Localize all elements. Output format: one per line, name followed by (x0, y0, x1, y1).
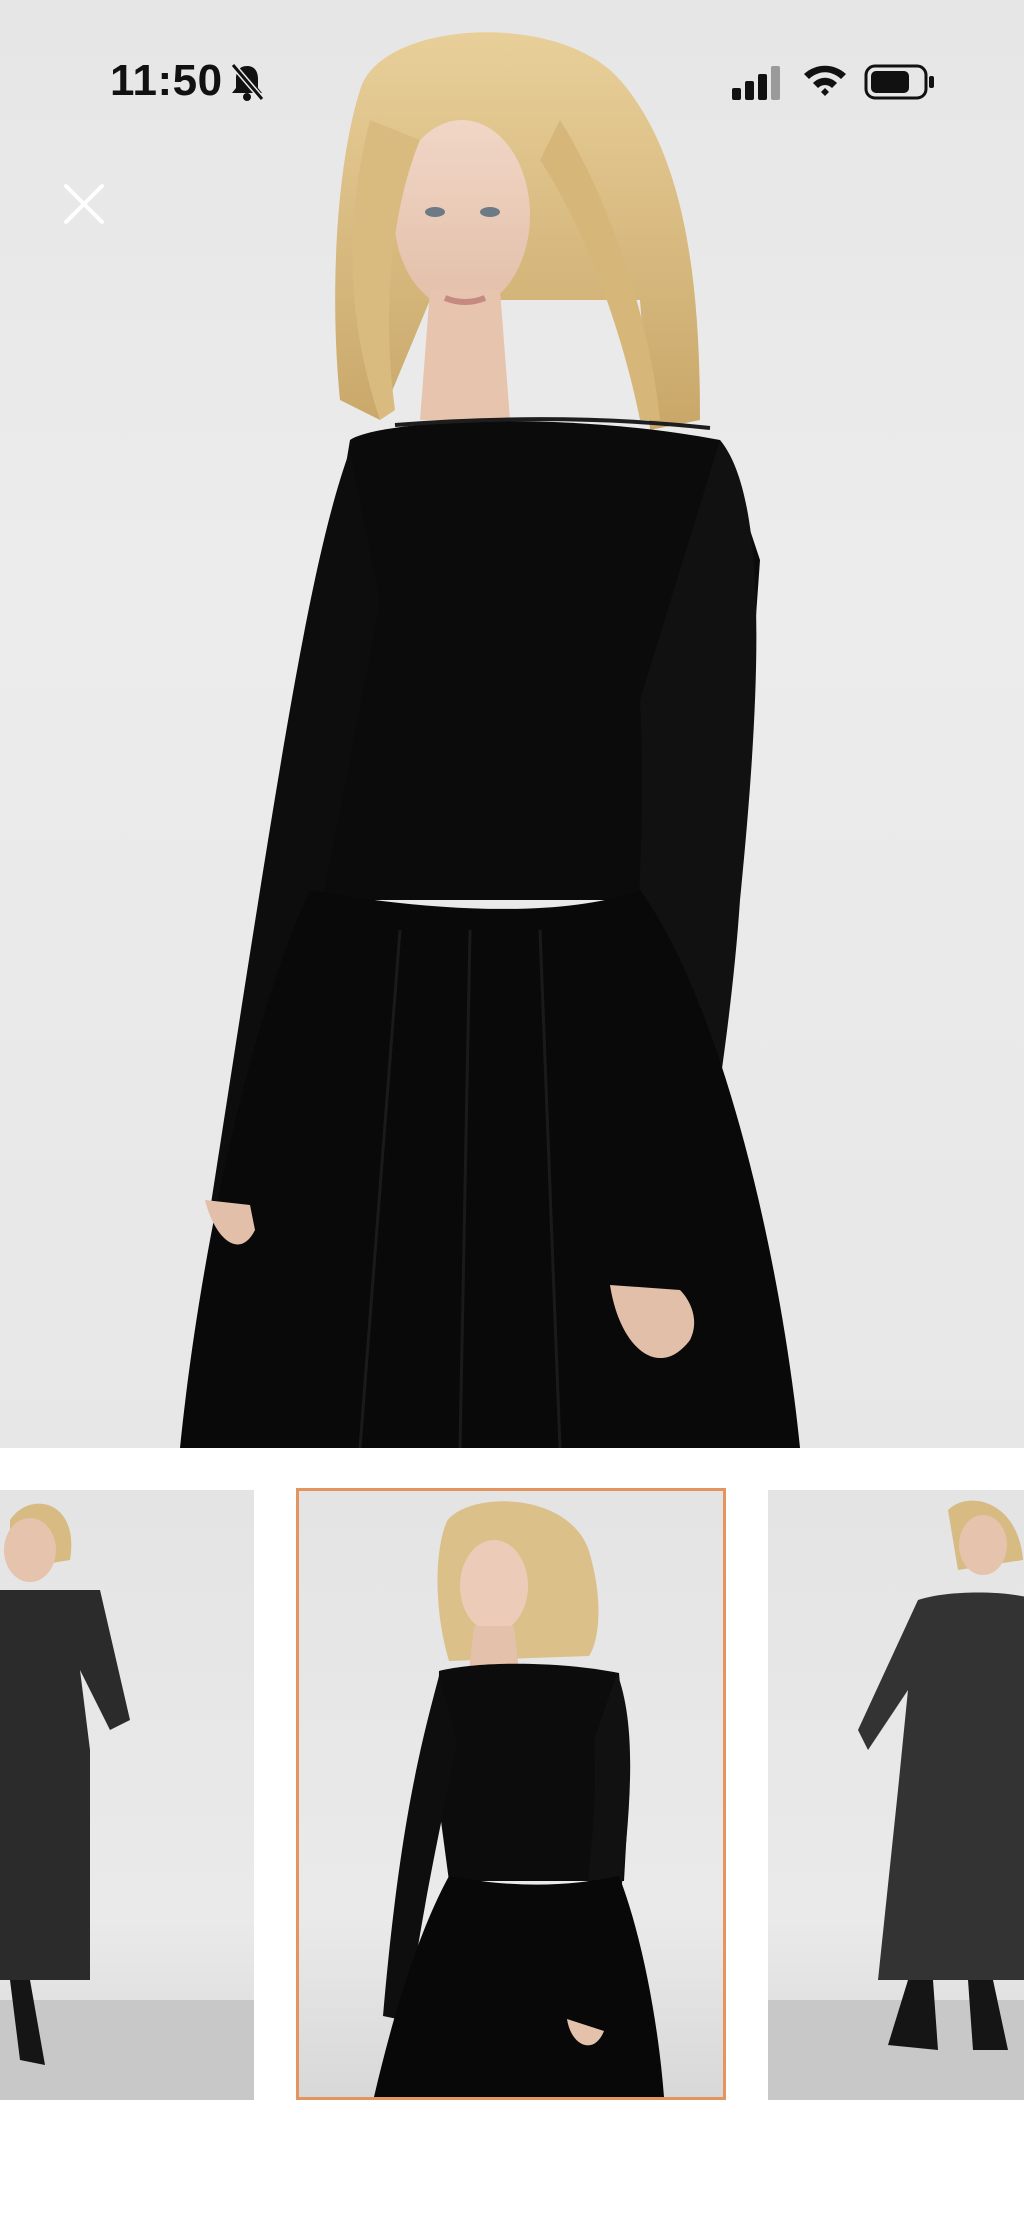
close-button[interactable] (62, 182, 130, 250)
model-photo (180, 32, 800, 1448)
thumbnail-2-photo (374, 1501, 664, 2097)
thumbnail-1[interactable] (0, 1490, 254, 2100)
status-time: 11:50 (110, 56, 223, 105)
thumbnail-2[interactable] (296, 1488, 726, 2100)
status-bar: 11:50 (0, 0, 1024, 160)
thumbnail-3[interactable] (768, 1490, 1024, 2100)
thumbnail-3-photo (768, 1500, 1024, 2100)
thumbnail-strip (0, 1448, 1024, 2226)
main-product-image[interactable]: 11:50 (0, 0, 1024, 1448)
close-icon (64, 184, 104, 224)
thumbnail-1-photo (0, 1503, 254, 2100)
